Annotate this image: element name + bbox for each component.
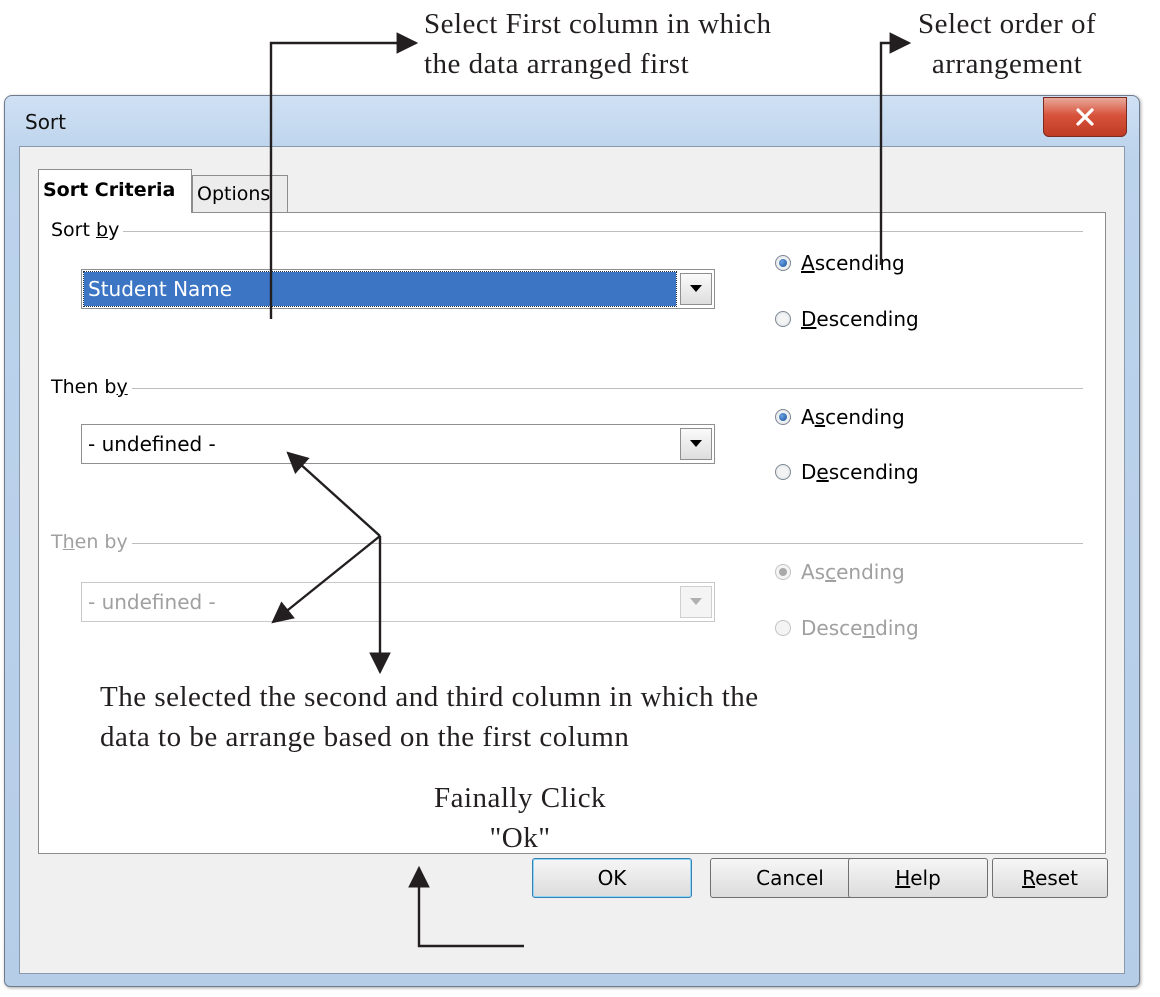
reset-label: eset xyxy=(1035,866,1078,890)
dropdown-arrow[interactable] xyxy=(680,586,712,618)
then-by-label-1: Then by xyxy=(51,376,132,398)
dropdown-arrow[interactable] xyxy=(680,273,712,305)
sort-by-key2-dropdown[interactable]: - undefined - xyxy=(81,424,715,464)
key2-ascending-radio[interactable]: Ascending xyxy=(775,405,905,429)
label-accelerator: h xyxy=(62,531,75,553)
reset-button[interactable]: Reset xyxy=(992,858,1108,898)
label-part: en by xyxy=(74,531,128,553)
label-part: y xyxy=(108,219,120,241)
label-part: escending xyxy=(816,307,919,331)
annotation-first-column-line1: Select First column in which xyxy=(424,8,772,40)
label-accelerator: b xyxy=(96,219,109,241)
label-part: Desce xyxy=(801,616,863,640)
chevron-down-icon xyxy=(690,598,702,605)
annotation-first-column: Select First column in which the data ar… xyxy=(424,4,771,84)
label-part: scending xyxy=(814,251,905,275)
radio-indicator xyxy=(775,620,791,636)
ok-button[interactable]: OK xyxy=(532,858,692,898)
label-accelerator: c xyxy=(825,560,837,584)
annotation-second-third: The selected the second and third column… xyxy=(100,677,759,757)
key1-ascending-radio[interactable]: Ascending xyxy=(775,251,905,275)
combo-value-text: Student Name xyxy=(88,277,233,301)
label-part: cending xyxy=(825,405,905,429)
close-icon xyxy=(1076,108,1094,126)
label-part: Then b xyxy=(51,376,117,398)
combo-value: Student Name xyxy=(83,271,677,307)
radio-indicator xyxy=(775,409,791,425)
label-part: T xyxy=(51,531,63,553)
radio-indicator xyxy=(775,564,791,580)
annotation-click-ok-line1: Fainally Click xyxy=(433,782,607,814)
radio-label: Ascending xyxy=(801,405,905,429)
radio-label: Descending xyxy=(801,307,919,331)
chevron-down-icon xyxy=(690,440,702,447)
dropdown-arrow[interactable] xyxy=(680,428,712,460)
help-button[interactable]: Help xyxy=(848,858,988,898)
annotation-second-third-line1: The selected the second and third column… xyxy=(100,681,759,713)
annotation-click-ok: Fainally Click "Ok" xyxy=(370,778,670,858)
label-part: As xyxy=(801,560,826,584)
key2-descending-radio[interactable]: Descending xyxy=(775,460,919,484)
close-button[interactable] xyxy=(1043,97,1127,137)
key1-descending-radio[interactable]: Descending xyxy=(775,307,919,331)
section-divider xyxy=(59,231,1083,232)
chevron-down-icon xyxy=(690,285,702,292)
tab-sort-criteria[interactable]: Sort Criteria xyxy=(38,169,192,213)
label-accelerator: s xyxy=(814,405,826,429)
reset-accelerator: R xyxy=(1022,866,1036,890)
radio-indicator xyxy=(775,255,791,271)
annotation-order: Select order of arrangement xyxy=(918,4,1096,84)
combo-value-text: - undefined - xyxy=(88,590,216,614)
annotation-second-third-line2: data to be arrange based on the first co… xyxy=(100,721,630,753)
tab-options[interactable]: Options xyxy=(192,175,288,213)
dialog-title: Sort xyxy=(25,110,66,134)
annotation-click-ok-line2: "Ok" xyxy=(489,822,551,854)
radio-label: Ascending xyxy=(801,251,905,275)
radio-label: Descending xyxy=(801,616,919,640)
annotation-order-line2: arrangement xyxy=(931,48,1083,80)
radio-indicator xyxy=(775,311,791,327)
ok-button-label: OK xyxy=(597,866,627,890)
then-by-label-2: Then by xyxy=(51,531,132,553)
annotation-order-line1: Select order of xyxy=(918,8,1097,40)
help-accelerator: H xyxy=(895,866,911,890)
label-accelerator: y xyxy=(116,376,128,398)
cancel-button[interactable]: Cancel xyxy=(710,858,870,898)
radio-indicator xyxy=(775,464,791,480)
label-part: scending xyxy=(828,460,919,484)
radio-label: Ascending xyxy=(801,560,905,584)
label-part: ending xyxy=(836,560,905,584)
help-label: elp xyxy=(910,866,941,890)
label-part: ding xyxy=(875,616,919,640)
key3-descending-radio[interactable]: Descending xyxy=(775,616,919,640)
sort-by-key3-dropdown[interactable]: - undefined - xyxy=(81,582,715,622)
label-accelerator: e xyxy=(816,460,829,484)
radio-label: Descending xyxy=(801,460,919,484)
annotation-first-column-line2: the data arranged first xyxy=(424,48,690,80)
sort-by-label: Sort by xyxy=(51,219,124,241)
label-part: D xyxy=(801,460,817,484)
label-accelerator: A xyxy=(801,251,815,275)
label-accelerator: D xyxy=(801,307,817,331)
combo-value-text: - undefined - xyxy=(88,432,216,456)
sort-by-key1-dropdown[interactable]: Student Name xyxy=(81,269,715,309)
label-part: A xyxy=(801,405,815,429)
cancel-button-label: Cancel xyxy=(756,866,824,890)
label-accelerator: n xyxy=(862,616,876,640)
label-part: Sort xyxy=(51,219,96,241)
key3-ascending-radio[interactable]: Ascending xyxy=(775,560,905,584)
section-divider xyxy=(59,388,1083,389)
section-divider xyxy=(59,543,1083,544)
sort-criteria-panel: Sort by Student Name Ascending Descendin… xyxy=(38,212,1106,854)
